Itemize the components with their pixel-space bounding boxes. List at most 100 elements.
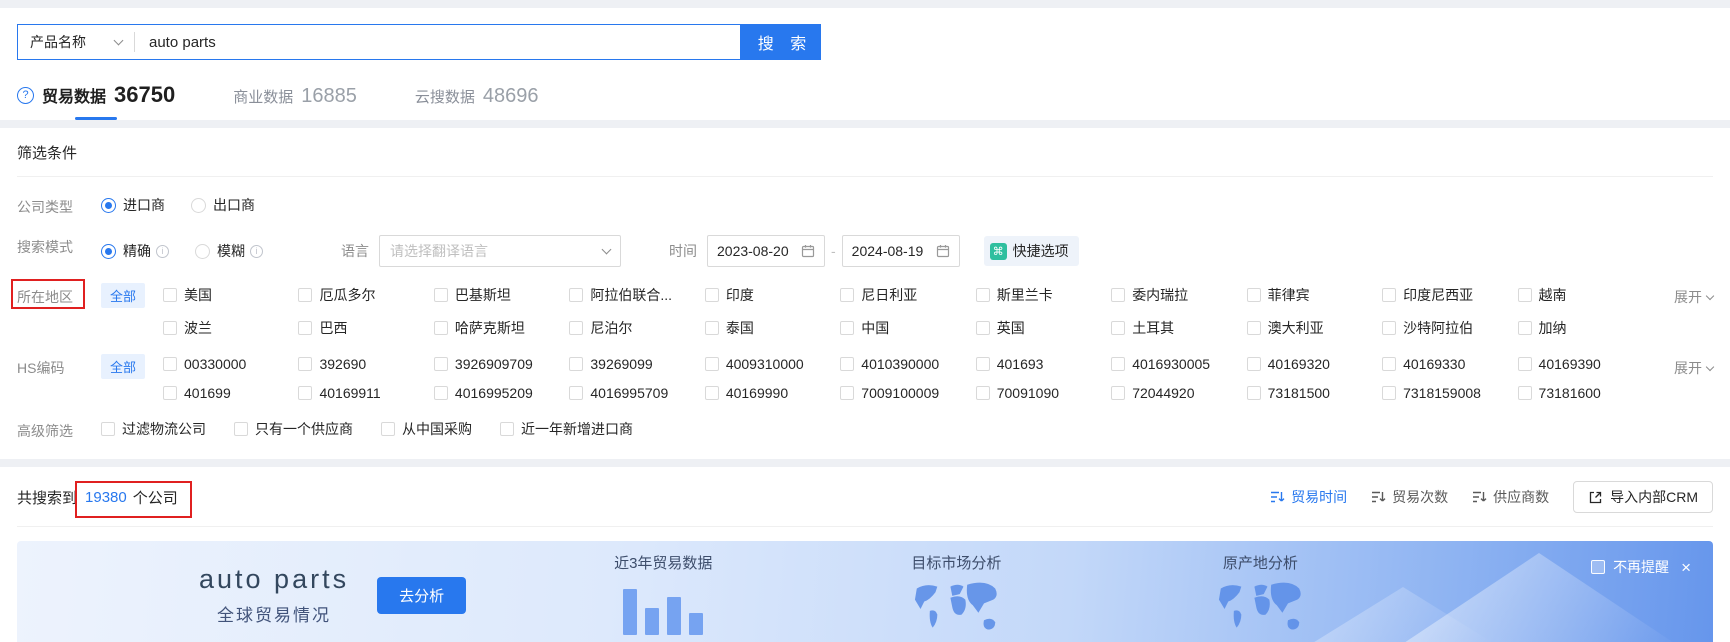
region-checkbox[interactable]: 泰国	[704, 318, 840, 338]
hs-checkbox[interactable]: 00330000	[163, 356, 298, 372]
hs-checkbox[interactable]: 73181600	[1517, 385, 1653, 401]
hs-checkbox[interactable]: 40169390	[1517, 356, 1653, 372]
go-analyze-button[interactable]: 去分析	[377, 576, 467, 614]
tab-trade-data[interactable]: ? 贸易数据 36750	[17, 82, 175, 120]
checkbox-icon	[433, 321, 448, 335]
info-icon[interactable]: i	[250, 244, 263, 258]
region-checkbox[interactable]: 波兰	[163, 318, 298, 338]
tab-cloud-search-data[interactable]: 云搜数据 48696	[415, 85, 539, 120]
analysis-promo-banner[interactable]: auto parts 全球贸易情况 去分析 近3年贸易数据 目标市场分析 原产地…	[17, 541, 1713, 642]
region-checkbox[interactable]: 委内瑞拉	[1111, 285, 1246, 305]
hs-checkbox[interactable]: 7318159008	[1382, 385, 1517, 401]
hs-checkbox[interactable]: 4016995209	[433, 385, 569, 401]
hs-checkbox[interactable]: 392690	[298, 356, 433, 372]
advanced-checkbox-buy-from-china[interactable]: 从中国采购	[381, 419, 472, 439]
region-checkbox[interactable]: 尼泊尔	[569, 318, 704, 338]
search-category-dropdown[interactable]: 产品名称	[18, 32, 134, 52]
advanced-checkbox-single-supplier[interactable]: 只有一个供应商	[234, 419, 353, 439]
quick-options-button[interactable]: ⌘ 快捷选项	[983, 236, 1079, 266]
tab-count: 36750	[114, 82, 176, 107]
region-expand-button[interactable]: 展开	[1653, 285, 1715, 307]
advanced-checkbox-new-importer[interactable]: 近一年新增进口商	[500, 419, 633, 439]
info-icon[interactable]: i	[156, 244, 169, 258]
region-checkbox[interactable]: 越南	[1517, 285, 1653, 305]
hs-checkbox[interactable]: 40169330	[1382, 356, 1517, 372]
checkbox-icon	[500, 422, 514, 436]
hs-checkbox[interactable]: 39269099	[569, 356, 704, 372]
region-checkbox[interactable]: 印度	[704, 285, 840, 305]
region-checkbox[interactable]: 澳大利亚	[1246, 318, 1382, 338]
checkbox-icon	[298, 321, 313, 335]
region-checkbox[interactable]: 沙特阿拉伯	[1382, 318, 1517, 338]
hs-checkbox[interactable]: 7009100009	[840, 385, 975, 401]
hs-expand-button[interactable]: 展开	[1653, 356, 1715, 378]
hs-checkbox[interactable]: 4009310000	[704, 356, 840, 372]
date-separator: -	[831, 243, 836, 259]
hs-checkbox[interactable]: 72044920	[1111, 385, 1246, 401]
radio-selected-icon	[101, 197, 116, 213]
radio-importer[interactable]: 进口商	[101, 195, 165, 215]
checkbox-icon	[975, 386, 990, 400]
chevron-down-icon	[1705, 291, 1715, 301]
help-icon[interactable]: ?	[17, 86, 34, 104]
region-checkbox[interactable]: 斯里兰卡	[975, 285, 1111, 305]
hs-checkbox[interactable]: 4016995709	[569, 385, 704, 401]
checkbox-icon	[569, 288, 584, 302]
hs-checkbox[interactable]: 401699	[163, 385, 298, 401]
sort-trade-count[interactable]: 贸易次数	[1371, 487, 1448, 507]
hs-checkbox[interactable]: 40169990	[704, 385, 840, 401]
radio-exact[interactable]: 精确 i	[101, 241, 169, 261]
tab-business-data[interactable]: 商业数据 16885	[233, 85, 357, 120]
radio-fuzzy[interactable]: 模糊 i	[195, 241, 263, 261]
hs-checkbox[interactable]: 4010390000	[840, 356, 975, 372]
hs-checkbox[interactable]: 40169320	[1246, 356, 1382, 372]
filter-row-company-type: 公司类型 进口商 出口商	[17, 195, 1713, 217]
language-label: 语言	[341, 243, 369, 259]
dismiss-checkbox[interactable]	[1591, 560, 1606, 574]
region-checkbox[interactable]: 巴基斯坦	[433, 285, 569, 305]
search-button[interactable]: 搜 索	[741, 24, 821, 60]
hs-all-tag[interactable]: 全部	[101, 354, 146, 379]
region-checkbox[interactable]: 土耳其	[1111, 318, 1246, 338]
hs-checkbox[interactable]: 73181500	[1246, 385, 1382, 401]
filter-label-region: 所在地区	[11, 279, 101, 309]
tab-label: 贸易数据	[42, 89, 107, 106]
checkbox-icon	[569, 321, 584, 335]
region-checkbox[interactable]: 尼日利亚	[840, 285, 975, 305]
sort-trade-time[interactable]: 贸易时间	[1270, 487, 1347, 507]
chevron-down-icon	[113, 35, 124, 45]
sort-supplier-count[interactable]: 供应商数	[1472, 487, 1549, 507]
hs-checkbox[interactable]: 40169911	[298, 385, 433, 401]
data-tabs: ? 贸易数据 36750 商业数据 16885 云搜数据 48696	[17, 82, 1713, 120]
region-checkbox[interactable]: 阿拉伯联合...	[569, 285, 704, 305]
language-select[interactable]: 请选择翻译语言	[379, 235, 621, 267]
checkbox-icon	[381, 422, 395, 436]
advanced-checkbox-filter-logistics[interactable]: 过滤物流公司	[101, 419, 206, 439]
banner-section-target-market: 目标市场分析	[908, 541, 1004, 642]
region-all-tag[interactable]: 全部	[101, 283, 146, 308]
region-checkbox[interactable]: 中国	[840, 318, 975, 338]
radio-exporter[interactable]: 出口商	[191, 195, 255, 215]
hs-checkbox[interactable]: 70091090	[975, 385, 1111, 401]
region-checkbox[interactable]: 厄瓜多尔	[298, 285, 433, 305]
hs-checkbox-grid: 00330000 392690 3926909709 39269099 4009…	[163, 356, 1653, 401]
hs-checkbox[interactable]: 3926909709	[433, 356, 569, 372]
hs-checkbox[interactable]: 401693	[975, 356, 1111, 372]
import-crm-button[interactable]: 导入内部CRM	[1573, 481, 1713, 513]
radio-selected-icon	[101, 243, 116, 259]
region-checkbox[interactable]: 菲律宾	[1246, 285, 1382, 305]
region-checkbox[interactable]: 巴西	[298, 318, 433, 338]
region-checkbox[interactable]: 美国	[163, 285, 298, 305]
date-start-input[interactable]: 2023-08-20	[707, 235, 825, 267]
chevron-down-icon	[601, 244, 612, 254]
checkbox-icon	[163, 357, 178, 371]
close-icon[interactable]: ×	[1681, 559, 1691, 576]
world-map-icon	[1219, 582, 1302, 630]
hs-checkbox[interactable]: 4016930005	[1111, 356, 1246, 372]
date-end-input[interactable]: 2024-08-19	[841, 235, 960, 267]
region-checkbox[interactable]: 哈萨克斯坦	[433, 318, 569, 338]
region-checkbox[interactable]: 英国	[975, 318, 1111, 338]
region-checkbox[interactable]: 印度尼西亚	[1382, 285, 1517, 305]
region-checkbox[interactable]: 加纳	[1517, 318, 1653, 338]
search-input[interactable]	[135, 33, 740, 51]
